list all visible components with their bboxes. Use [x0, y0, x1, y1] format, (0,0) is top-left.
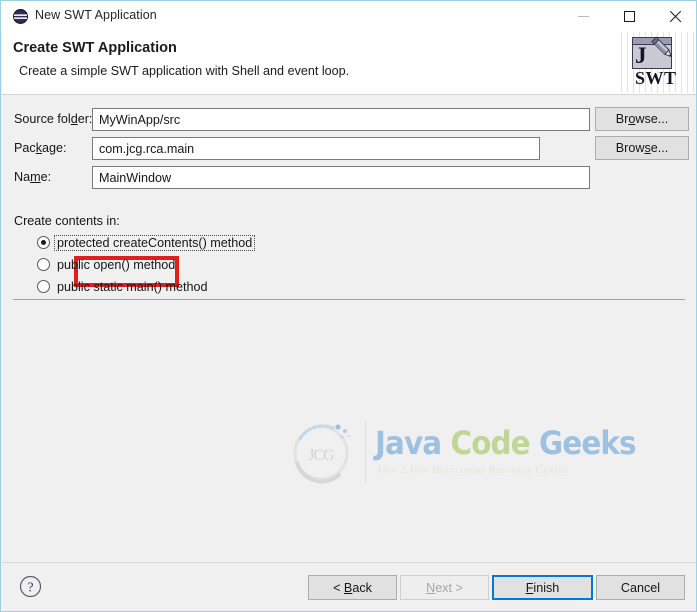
page-description: Create a simple SWT application with She…: [19, 64, 350, 78]
window-title: New SWT Application: [35, 8, 157, 22]
svg-text:JCG: JCG: [308, 447, 335, 464]
swt-banner-logo: J SWT: [616, 32, 696, 93]
radio-label: public static main() method: [57, 279, 208, 294]
finish-button[interactable]: Finish: [492, 575, 593, 600]
minimize-icon: [577, 16, 589, 17]
source-folder-input[interactable]: [92, 108, 590, 131]
cancel-button[interactable]: Cancel: [596, 575, 685, 600]
help-icon[interactable]: ?: [19, 575, 42, 598]
page-title: Create SWT Application: [13, 40, 177, 56]
watermark-divider: [365, 421, 366, 483]
radio-indicator-icon: [37, 280, 50, 293]
wizard-header: Create SWT Application Create a simple S…: [2, 32, 696, 95]
name-label: Name:: [14, 170, 52, 184]
maximize-button[interactable]: [606, 1, 652, 31]
package-label: Package:: [14, 141, 67, 155]
logo-caption: SWT: [635, 68, 677, 88]
svg-text:?: ?: [27, 581, 33, 596]
title-bar: New SWT Application: [1, 1, 696, 33]
content-separator: [13, 299, 685, 300]
dialog-footer: ? < Back Next > Finish Cancel: [2, 563, 696, 611]
radio-protected-createcontents[interactable]: protected createContents() method: [37, 233, 256, 252]
radio-indicator-icon: [37, 236, 50, 249]
wizard-content: Source folder: Browse... Package: Browse…: [2, 95, 696, 562]
maximize-icon: [623, 10, 635, 22]
next-button: Next >: [400, 575, 489, 600]
watermark-tagline: Java 2 Java Developers Resource Center: [377, 465, 569, 476]
close-button[interactable]: [652, 1, 696, 31]
radio-public-open[interactable]: public open() method: [37, 255, 177, 274]
source-folder-browse-button[interactable]: Browse...: [595, 107, 689, 131]
package-browse-button[interactable]: Browse...: [595, 136, 689, 160]
name-input[interactable]: [92, 166, 590, 189]
swt-app-icon: [13, 9, 28, 24]
pencil-icon: [648, 34, 678, 64]
jcg-ring-icon: JCG: [287, 419, 355, 487]
radio-label: public open() method: [57, 257, 176, 272]
logo-letter: J: [635, 43, 647, 68]
source-folder-label: Source folder:: [14, 112, 93, 126]
back-button[interactable]: < Back: [308, 575, 397, 600]
dialog-window: New SWT Application Create SWT Applicati…: [0, 0, 697, 612]
watermark-wordmark: Java Code Geeks: [375, 424, 637, 462]
minimize-button[interactable]: [560, 1, 606, 31]
java-code-geeks-watermark: JCG Java Code Geeks Java 2 Java Develope…: [287, 417, 637, 489]
create-contents-label: Create contents in:: [14, 214, 120, 228]
package-input[interactable]: [92, 137, 540, 160]
radio-indicator-icon: [37, 258, 50, 271]
radio-label: protected createContents() method: [53, 234, 256, 251]
radio-public-static-main[interactable]: public static main() method: [37, 277, 210, 296]
close-icon: [669, 10, 682, 23]
